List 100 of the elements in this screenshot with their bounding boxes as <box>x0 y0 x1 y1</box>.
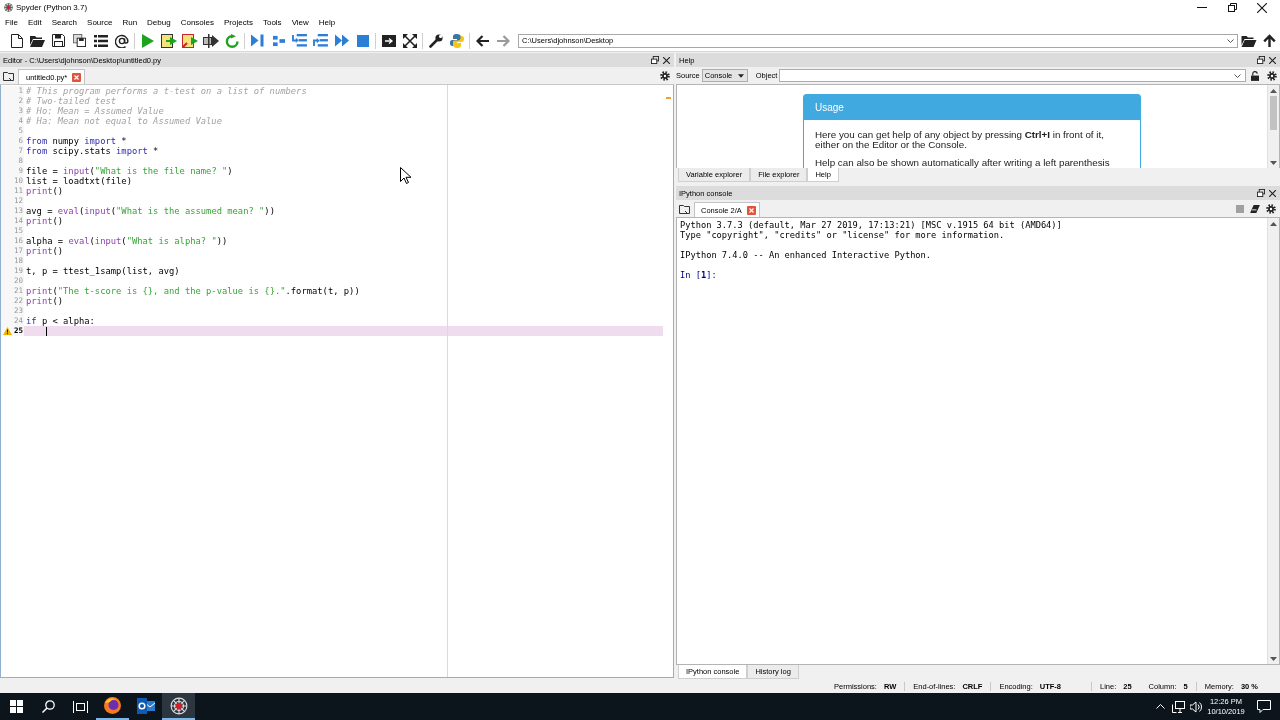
menu-item[interactable]: Run <box>117 16 143 29</box>
undock-icon[interactable] <box>651 56 659 64</box>
new-file-icon[interactable] <box>10 33 23 48</box>
vertical-scrollbar[interactable] <box>1267 218 1279 664</box>
code-line: # This program performs a t-test on a list of numbers <box>26 86 307 96</box>
chevron-up-icon[interactable] <box>1155 704 1165 709</box>
settings-icon[interactable] <box>1266 204 1276 214</box>
menu-item[interactable]: Help <box>313 16 341 29</box>
scroll-down-icon[interactable] <box>1270 160 1277 165</box>
vertical-scrollbar[interactable] <box>1267 85 1279 168</box>
console-line: Type "copyright", "credits" or "license" for more information. <box>680 230 1006 240</box>
fullscreen-icon[interactable] <box>402 33 417 48</box>
mail-app-icon <box>136 697 155 714</box>
menu-item[interactable]: Edit <box>22 16 47 29</box>
run-selection-icon[interactable] <box>202 33 219 48</box>
windows-logo-icon[interactable] <box>9 700 23 713</box>
code-line: print() <box>26 216 64 226</box>
run-cell-advance-icon[interactable] <box>181 33 198 48</box>
code-line: # Ha: Mean not equal to Assumed Value <box>26 116 222 126</box>
undock-icon[interactable] <box>1257 56 1265 64</box>
padlock-icon[interactable] <box>1250 70 1259 81</box>
search-icon[interactable] <box>41 700 55 713</box>
maximize-pane-icon[interactable] <box>381 34 396 47</box>
text-cursor <box>45 326 47 336</box>
card-title: Usage <box>815 102 844 113</box>
close-tab-icon[interactable] <box>72 72 82 82</box>
run-cell-icon[interactable] <box>160 33 177 48</box>
menu-item[interactable]: File <box>0 16 23 29</box>
code-line: print("The t-score is {}, and the p-value is {}.".format(t, p)) <box>26 286 360 296</box>
menu-item[interactable]: Source <box>82 16 118 29</box>
code-line: file = input("What is the file name? ") <box>26 166 233 176</box>
at-sign-icon[interactable] <box>114 33 129 48</box>
console-line: IPython 7.4.0 -- An enhanced Interactive Python. <box>680 250 933 260</box>
menu-item[interactable]: Search <box>46 16 83 29</box>
mouse-pointer-icon <box>400 167 411 184</box>
code-line: if p < alpha: <box>26 316 95 326</box>
settings-icon[interactable] <box>660 71 670 81</box>
code-line: from scipy.stats import * <box>26 146 159 156</box>
stop-icon[interactable] <box>356 34 369 47</box>
network-icon[interactable] <box>1171 700 1185 713</box>
help-text: Here you can get help of any object by pressing Ctrl+I in front of it, either on the Editor or the Console. <box>815 130 1105 150</box>
code-line: from numpy import * <box>26 136 127 146</box>
close-tab-icon[interactable] <box>746 205 756 215</box>
scroll-up-icon[interactable] <box>1270 88 1277 93</box>
play-icon[interactable] <box>141 33 154 48</box>
continue-icon[interactable] <box>334 34 349 47</box>
browse-tabs-icon[interactable] <box>679 204 690 214</box>
save-icon[interactable] <box>52 34 65 47</box>
code-line: avg = eval(input("What is the assumed mean? ")) <box>26 206 275 216</box>
console-line: Python 3.7.3 (default, Mar 27 2019, 17:13:21) [MSC v.1915 64 bit (AMD64)] <box>680 220 1063 230</box>
spider-web-icon <box>169 696 188 715</box>
browse-tabs-icon[interactable] <box>3 71 14 81</box>
taskbar-button[interactable] <box>162 693 195 720</box>
task-view-icon[interactable] <box>72 700 88 713</box>
console-line: In [1]: <box>680 270 718 280</box>
menu-item[interactable]: Consoles <box>175 16 220 29</box>
help-text: Help can also be shown automatically after writing a left parenthesis <box>815 158 1111 168</box>
scroll-down-icon[interactable] <box>1270 656 1277 661</box>
snake-logo-icon[interactable] <box>449 33 464 48</box>
dropdown-caret-icon <box>1234 73 1241 78</box>
code-line: print() <box>26 186 64 196</box>
undock-icon[interactable] <box>1257 189 1265 197</box>
forward-arrow-icon[interactable] <box>497 34 510 47</box>
save-all-icon[interactable] <box>73 34 86 47</box>
scroll-up-icon[interactable] <box>1270 221 1277 226</box>
menu-item[interactable]: Projects <box>219 16 258 29</box>
code-line: print() <box>26 296 64 306</box>
list-icon[interactable] <box>93 34 108 47</box>
step-return-icon[interactable] <box>313 34 328 47</box>
back-arrow-icon[interactable] <box>476 34 489 47</box>
code-line: # Two-tailed test <box>26 96 117 106</box>
rerun-icon[interactable] <box>224 33 239 48</box>
step-into-icon[interactable] <box>292 34 307 47</box>
restore-icon[interactable] <box>1227 3 1237 12</box>
close-icon[interactable] <box>1269 56 1276 64</box>
menu-item[interactable]: View <box>286 16 314 29</box>
object-field[interactable] <box>779 69 1246 82</box>
close-icon[interactable] <box>1269 189 1276 197</box>
menu-item[interactable]: Debug <box>142 16 176 29</box>
menu-item[interactable]: Tools <box>257 16 287 29</box>
settings-icon[interactable] <box>1266 70 1277 81</box>
debug-icon[interactable] <box>251 34 264 47</box>
folder-icon[interactable] <box>30 34 45 47</box>
code-line: print() <box>26 246 64 256</box>
folder-icon[interactable] <box>1240 34 1257 47</box>
code-line: list = loadtxt(file) <box>26 176 132 186</box>
dropdown-caret-icon <box>737 73 744 78</box>
close-icon[interactable] <box>1257 2 1267 13</box>
notification-icon[interactable] <box>1256 700 1271 713</box>
step-icon[interactable] <box>272 34 285 47</box>
code-line: t, p = ttest_1samp(list, avg) <box>26 266 180 276</box>
up-arrow-icon[interactable] <box>1263 34 1276 47</box>
close-icon[interactable] <box>663 56 670 64</box>
dropdown-caret-icon <box>1227 38 1234 43</box>
scrollbar-thumb[interactable] <box>1270 96 1277 130</box>
volume-icon[interactable] <box>1190 700 1202 713</box>
eraser-icon[interactable] <box>1250 205 1260 213</box>
warning-marker-icon <box>666 97 671 99</box>
wrench-icon[interactable] <box>428 33 443 48</box>
code-line: # Ho: Mean = Assumed Value <box>26 106 164 116</box>
